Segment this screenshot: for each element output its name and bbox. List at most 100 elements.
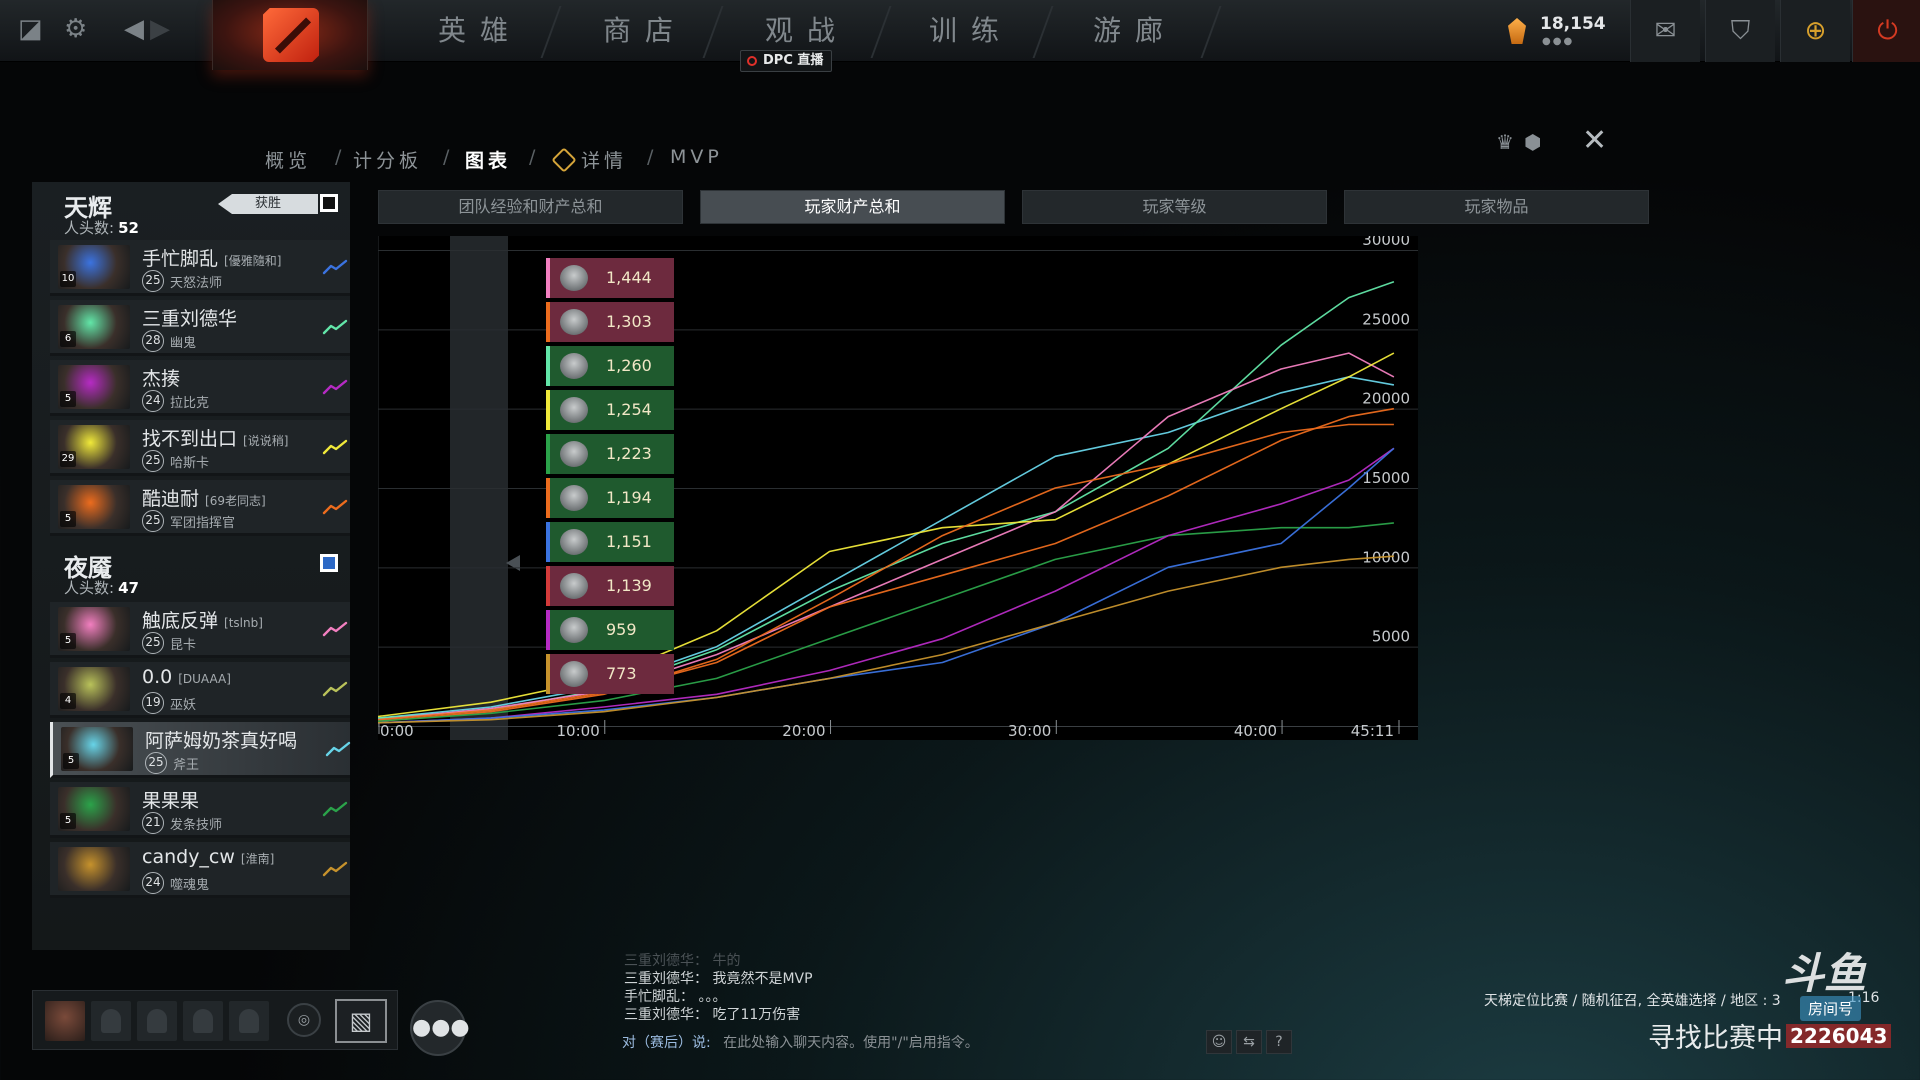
player-name: 0.0 [DUAAA]: [142, 666, 231, 688]
tab-player-level[interactable]: 玩家等级: [1022, 190, 1327, 224]
hero-icon: [560, 309, 588, 335]
tab-details-label: 详情: [581, 150, 628, 172]
graph-toggle-trend-icon[interactable]: [322, 378, 348, 396]
player-row[interactable]: 10 手忙脚乱 [優雅隨和] 25 天怒法师: [50, 240, 350, 296]
tab-player-items[interactable]: 玩家物品: [1344, 190, 1649, 224]
power-button[interactable]: ⏻: [1852, 0, 1920, 62]
crown-icon[interactable]: ♛: [1496, 130, 1514, 154]
player-row[interactable]: 29 找不到出口 [说说稍] 25 哈斯卡: [50, 420, 350, 476]
shield-icon[interactable]: ⬢: [1524, 130, 1541, 154]
tab-graphs[interactable]: 图表: [465, 146, 511, 173]
dire-toggle-checkbox[interactable]: [320, 554, 338, 572]
tab-player-networth[interactable]: 玩家财产总和: [700, 190, 1005, 224]
chat-sender: 三重刘德华: [624, 971, 694, 987]
player-name: 阿萨姆奶茶真好喝: [145, 726, 297, 753]
tab-details[interactable]: 详情: [551, 146, 628, 173]
dashboard-icon[interactable]: ◪: [18, 14, 43, 44]
graph-toggle-trend-icon[interactable]: [322, 498, 348, 516]
portrait-level-badge: 6: [60, 331, 76, 347]
tab-overview[interactable]: 概览: [265, 146, 311, 173]
nav-arcade[interactable]: 游廊: [1060, 14, 1210, 48]
player-guild-tag: [優雅隨和]: [224, 254, 282, 268]
chat-sender: 三重刘德华: [624, 1007, 694, 1023]
player-row[interactable]: 5 酷迪耐 [69老同志] 25 军团指挥官: [50, 480, 350, 536]
player-row[interactable]: 5 触底反弹 [tslnb] 25 昆卡: [50, 602, 350, 658]
hero-icon: [560, 529, 588, 555]
graph-toggle-trend-icon[interactable]: [322, 620, 348, 638]
crumb-separator: /: [647, 146, 658, 168]
back-icon[interactable]: ◀: [124, 14, 144, 44]
chat-message: 三重刘德华： 吃了11万伤害: [624, 1006, 1124, 1024]
dire-header: 夜魇 人头数: 47: [32, 542, 350, 600]
legend-row: 1,254: [546, 390, 674, 430]
dpc-live-badge[interactable]: DPC 直播: [740, 50, 833, 72]
power-icon: ⏻: [1877, 16, 1898, 46]
hero-name: 拉比克: [170, 396, 210, 411]
mail-button[interactable]: ✉: [1630, 0, 1700, 62]
radiant-toggle-checkbox[interactable]: [320, 194, 338, 212]
armory-button[interactable]: ⛉: [1705, 0, 1775, 62]
nav-heroes[interactable]: 英雄: [405, 14, 555, 48]
person-icon: [193, 1009, 213, 1033]
player-row[interactable]: 5 杰揍 24 拉比克: [50, 360, 350, 416]
room-label: 房间号: [1800, 996, 1862, 1021]
rank-medal-button[interactable]: ▧: [335, 999, 387, 1043]
top-bar: ◪ ⚙ ◀ ▶ 英雄 商店 观战 训练 游廊 DPC 直播 18,154 ●●●…: [0, 0, 1920, 72]
hero-icon: [560, 353, 588, 379]
legend-row: 1,194: [546, 478, 674, 518]
dota-plus-icon: [551, 147, 577, 173]
account-level-badge: 25: [142, 510, 164, 532]
graph-toggle-trend-icon[interactable]: [322, 680, 348, 698]
matchmaking-status[interactable]: 寻找比赛中: [1648, 1016, 1783, 1055]
chat-input[interactable]: 对（赛后）说: 在此处输入聊天内容。使用"/"启用指令。: [622, 1032, 979, 1052]
chat-wheel-icon[interactable]: ⇆: [1236, 1030, 1262, 1054]
gear-icon[interactable]: ⚙: [64, 14, 87, 44]
y-tick-label: 30000: [1362, 236, 1410, 249]
graph-toggle-trend-icon[interactable]: [322, 800, 348, 818]
dota-plus-button[interactable]: ⊕: [1780, 0, 1850, 62]
player-guild-tag: [淮南]: [240, 852, 275, 866]
emoji-icon[interactable]: ☺: [1206, 1030, 1232, 1054]
hero-icon: [560, 441, 588, 467]
dire-kills: 人头数: 47: [64, 577, 139, 598]
chat-channel-label: 对（赛后）说:: [622, 1035, 711, 1051]
hero-name: 哈斯卡: [170, 456, 210, 471]
party-slot-empty[interactable]: [91, 1001, 131, 1041]
close-icon[interactable]: ✕: [1582, 126, 1607, 156]
forward-icon[interactable]: ▶: [150, 14, 170, 44]
player-row[interactable]: 6 三重刘德华 28 幽鬼: [50, 300, 350, 356]
x-tick-label: 45:11: [1351, 722, 1394, 740]
help-icon[interactable]: ?: [1266, 1030, 1292, 1054]
graph-toggle-trend-icon[interactable]: [322, 860, 348, 878]
dota-logo-button[interactable]: [212, 0, 368, 70]
graph-toggle-trend-icon[interactable]: [325, 740, 351, 758]
x-tick-label: 20:00: [782, 722, 825, 740]
tab-team-xp-networth[interactable]: 团队经验和财产总和: [378, 190, 683, 224]
nav-learn[interactable]: 训练: [896, 14, 1046, 48]
hero-portrait: 6: [58, 305, 130, 349]
hero-portrait: [58, 847, 130, 891]
player-row[interactable]: 5 果果果 21 发条技师: [50, 782, 350, 838]
tab-mvp[interactable]: MVP: [670, 146, 723, 168]
tab-scoreboard[interactable]: 计分板: [353, 146, 422, 173]
armory-icon: ⛉: [1730, 16, 1751, 46]
nav-store[interactable]: 商店: [570, 14, 720, 48]
graph-toggle-trend-icon[interactable]: [322, 258, 348, 276]
player-row[interactable]: candy_cw [淮南] 24 噬魂鬼: [50, 842, 350, 898]
player-name-text: candy_cw: [142, 846, 235, 868]
party-slot-self[interactable]: [45, 1001, 85, 1041]
graph-toggle-trend-icon[interactable]: [322, 318, 348, 336]
player-row[interactable]: 5 阿萨姆奶茶真好喝 25 斧王: [50, 722, 351, 778]
group-button[interactable]: ●●●: [410, 1000, 470, 1056]
chat-text: 我竟然不是MVP: [712, 971, 813, 987]
nav-watch[interactable]: 观战: [732, 14, 882, 48]
graph-toggle-trend-icon[interactable]: [322, 438, 348, 456]
party-slot-empty[interactable]: [137, 1001, 177, 1041]
radiant-kills: 人头数: 52: [64, 217, 139, 238]
app-root: ◪ ⚙ ◀ ▶ 英雄 商店 观战 训练 游廊 DPC 直播 18,154 ●●●…: [0, 0, 1920, 1080]
player-row[interactable]: 4 0.0 [DUAAA] 19 巫妖: [50, 662, 350, 718]
voice-button[interactable]: ◎: [287, 1003, 321, 1037]
player-guild-tag: [tslnb]: [224, 616, 263, 630]
party-slot-empty[interactable]: [229, 1001, 269, 1041]
party-slot-empty[interactable]: [183, 1001, 223, 1041]
